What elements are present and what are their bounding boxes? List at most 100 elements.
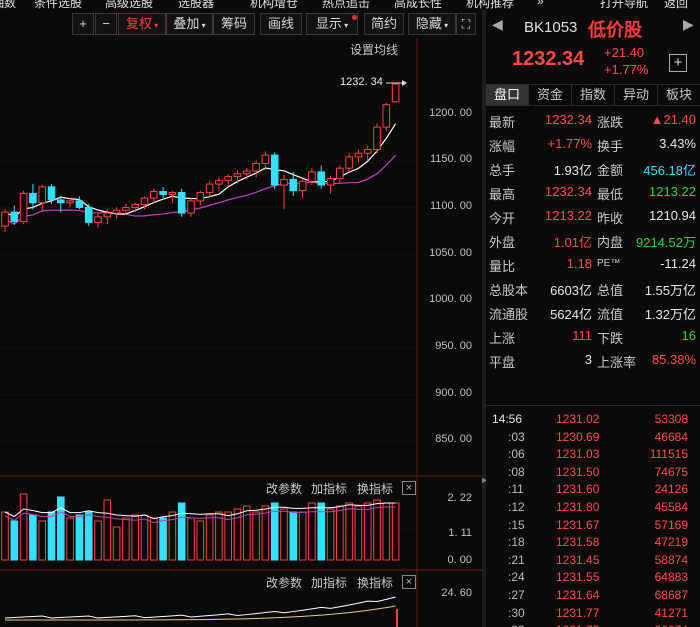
sub1-y-label: 0. 00 bbox=[447, 554, 472, 566]
volume-bar bbox=[94, 520, 102, 561]
tick-time: 14:56 bbox=[492, 412, 523, 426]
candle-body bbox=[233, 173, 242, 178]
quote-label: 流通股 bbox=[489, 307, 529, 322]
tick-time: :18 bbox=[508, 535, 525, 550]
menu-item[interactable]: 抽数 bbox=[0, 0, 16, 10]
candle-body bbox=[270, 154, 279, 186]
tab-index[interactable]: 指数 bbox=[572, 85, 615, 105]
menu-item[interactable]: 热点追击 bbox=[322, 0, 370, 10]
quote-label: 上涨 bbox=[489, 331, 516, 346]
volume-bar bbox=[159, 517, 167, 561]
stock-code: BK1053 bbox=[524, 19, 578, 36]
candle-body bbox=[66, 200, 74, 204]
tab-funds[interactable]: 资金 bbox=[529, 85, 572, 105]
volume-bar bbox=[122, 517, 130, 561]
candle-body bbox=[177, 191, 186, 214]
tick-volume: 68687 bbox=[654, 588, 688, 602]
menu-item[interactable]: 高成长性 bbox=[394, 0, 442, 10]
adjust-fq-dropdown[interactable]: 复权 ▾ bbox=[118, 13, 166, 35]
tick-volume: 41271 bbox=[654, 605, 688, 620]
tick-volume: 46684 bbox=[654, 429, 688, 444]
menu-item[interactable]: 返回 bbox=[664, 0, 688, 10]
kline-chart-area[interactable]: 设置均线 1232. 34 1200. 00 1150. 00 1100. 00… bbox=[0, 38, 482, 627]
tick-time: :11 bbox=[508, 482, 524, 497]
tick-volume: 53308 bbox=[654, 412, 688, 426]
volume-bar bbox=[1, 511, 9, 561]
quote-value: 1232.34 bbox=[545, 112, 592, 127]
current-price: 1232.34 bbox=[512, 48, 585, 70]
menu-item[interactable]: 条件选股 bbox=[34, 0, 82, 10]
menu-item[interactable]: 打开导航 bbox=[600, 0, 648, 10]
candle-body bbox=[280, 178, 288, 186]
volume-bar bbox=[112, 526, 121, 561]
quote-row: 最新 1232.34 涨跌 ▲21.40 bbox=[486, 110, 700, 132]
price-change-percent: +1.77% bbox=[604, 62, 649, 77]
menu-item[interactable]: 高级选股 bbox=[105, 0, 153, 10]
candle-body bbox=[38, 186, 47, 204]
sub1-switch-indicator-button[interactable]: 换指标 bbox=[357, 480, 393, 497]
candle-body bbox=[224, 176, 232, 181]
simple-mode-button[interactable]: 简约 bbox=[364, 13, 404, 35]
hide-dropdown[interactable]: 隐藏 ▾ bbox=[408, 13, 456, 35]
volume-bar bbox=[75, 514, 84, 561]
add-watchlist-button[interactable]: + bbox=[669, 54, 687, 72]
quote-value: 1.55万亿 bbox=[644, 283, 696, 298]
ma-settings-link[interactable]: 设置均线 bbox=[350, 41, 398, 58]
tab-movement[interactable]: 异动 bbox=[615, 85, 658, 105]
quote-value: 1210.94 bbox=[649, 208, 696, 223]
volume-bar bbox=[345, 502, 353, 561]
sub2-switch-indicator-button[interactable]: 换指标 bbox=[357, 574, 393, 591]
menu-more[interactable]: » bbox=[537, 0, 544, 8]
quote-row: 平盘 3 上涨率 85.38% bbox=[486, 350, 700, 372]
display-label: 显示 bbox=[315, 16, 342, 31]
quote-label: 昨收 bbox=[597, 211, 624, 226]
menu-item[interactable]: 机构增仓 bbox=[250, 0, 298, 10]
candle-body bbox=[354, 152, 363, 158]
overlay-dropdown[interactable]: 叠加 ▾ bbox=[166, 13, 213, 35]
sub1-y-label: 2. 22 bbox=[447, 492, 472, 504]
prev-stock-icon[interactable]: ◀ bbox=[492, 16, 503, 33]
candle-body bbox=[317, 171, 325, 186]
quote-row: 总股本 6603亿 总值 1.55万亿 bbox=[486, 278, 700, 300]
display-dropdown[interactable]: 显示 ▾ bbox=[306, 13, 358, 35]
tick-price: 1231.50 bbox=[556, 464, 600, 479]
volume-bar bbox=[363, 502, 372, 561]
tick-time: :06 bbox=[508, 447, 525, 462]
candle-body bbox=[196, 191, 205, 202]
candle-body bbox=[252, 163, 260, 172]
y-axis-label: 1150. 00 bbox=[429, 153, 472, 165]
y-axis-label: 850. 00 bbox=[435, 433, 472, 445]
menu-item[interactable]: 机构推荐 bbox=[466, 0, 514, 10]
candle-body bbox=[289, 178, 298, 192]
volume-bar bbox=[354, 505, 363, 561]
tab-sector[interactable]: 板块 bbox=[658, 85, 700, 105]
candle-body bbox=[84, 206, 93, 223]
sub1-add-indicator-button[interactable]: 加指标 bbox=[311, 480, 347, 497]
quote-label: 最新 bbox=[489, 115, 516, 130]
quote-value: 1.93亿 bbox=[553, 163, 592, 178]
sub2-add-indicator-button[interactable]: 加指标 bbox=[311, 574, 347, 591]
sub1-change-params-button[interactable]: 改参数 bbox=[266, 480, 302, 497]
chevron-down-icon: ▾ bbox=[199, 21, 206, 30]
draw-line-button[interactable]: 画线 bbox=[260, 13, 302, 35]
sub2-change-params-button[interactable]: 改参数 bbox=[266, 574, 302, 591]
fullscreen-icon[interactable]: ⛶ bbox=[456, 13, 476, 35]
volume-bar bbox=[391, 502, 400, 561]
candle-body bbox=[75, 200, 84, 208]
last-price-arrow-head bbox=[402, 80, 407, 86]
zoom-out-button[interactable]: − bbox=[95, 13, 117, 35]
menu-item[interactable]: 选股器 bbox=[178, 0, 214, 10]
candle-body bbox=[336, 167, 344, 179]
tick-time: :15 bbox=[508, 517, 525, 532]
quote-label: 总手 bbox=[489, 163, 516, 178]
quote-label: 换手 bbox=[597, 139, 624, 154]
zoom-in-button[interactable]: + bbox=[72, 13, 94, 35]
next-stock-icon[interactable]: ▶ bbox=[683, 16, 694, 33]
candle-body bbox=[1, 211, 9, 227]
tick-volume: 64883 bbox=[654, 570, 688, 585]
quote-value: 111 bbox=[572, 328, 592, 343]
volume-bar bbox=[252, 511, 260, 561]
tab-pankou[interactable]: 盘口 bbox=[486, 85, 529, 105]
chips-button[interactable]: 筹码 bbox=[213, 13, 255, 35]
chevron-down-icon: ▾ bbox=[151, 21, 159, 30]
